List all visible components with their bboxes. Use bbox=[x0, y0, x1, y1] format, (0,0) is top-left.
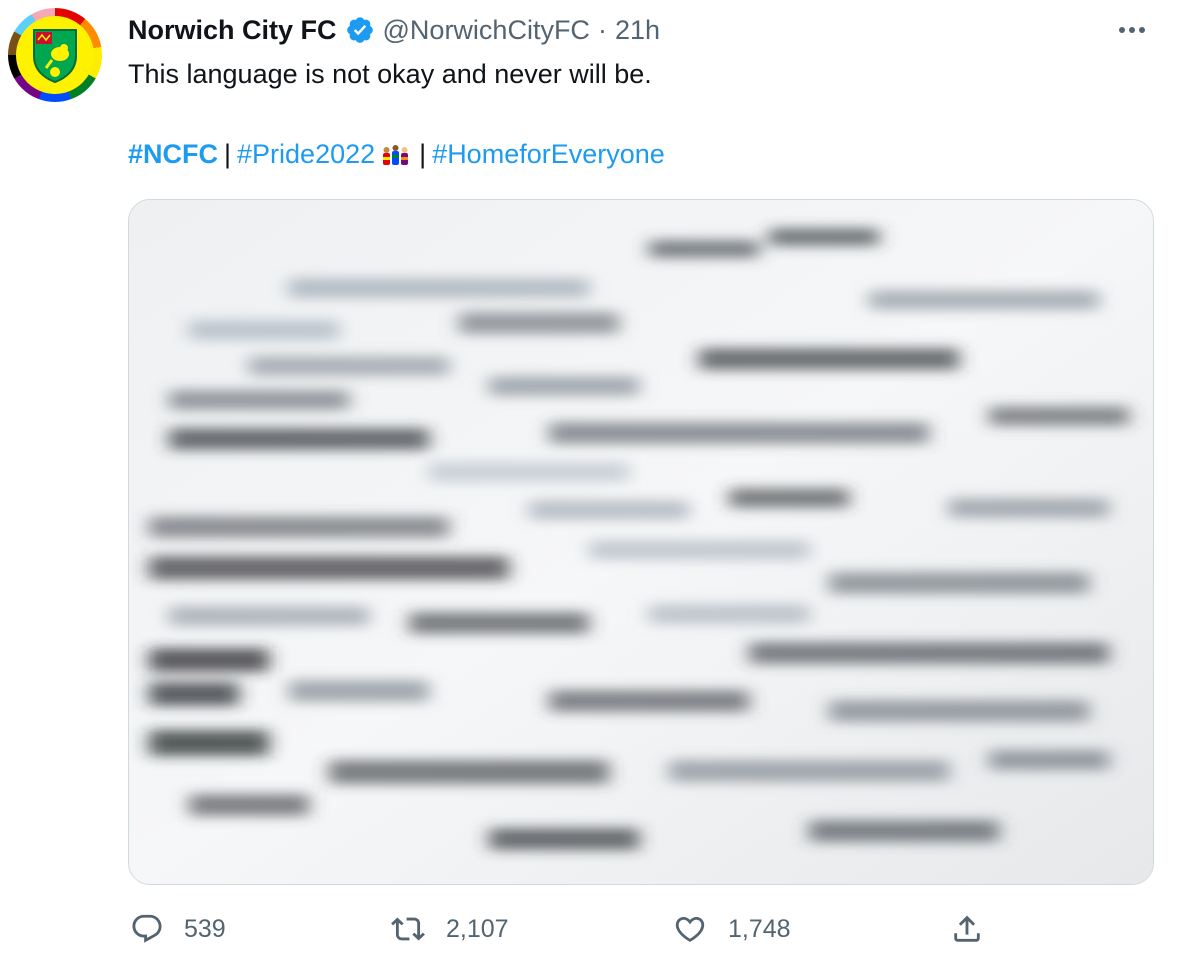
tweet-action-bar: 539 2,107 1,748 bbox=[128, 905, 1152, 953]
account-handle[interactable]: @NorwichCityFC bbox=[383, 15, 590, 46]
reply-icon bbox=[132, 914, 162, 943]
norwich-crest-logo bbox=[16, 16, 94, 94]
tweet-media-image[interactable] bbox=[128, 199, 1154, 885]
hashtag-link[interactable]: #NCFC bbox=[128, 139, 218, 170]
hashtag-link[interactable]: #Pride2022 bbox=[237, 139, 375, 170]
tweet-timestamp[interactable]: 21h bbox=[615, 15, 660, 46]
blurred-abuse-text-image bbox=[129, 200, 1153, 884]
retweet-count: 2,107 bbox=[446, 914, 509, 943]
share-icon bbox=[954, 915, 980, 942]
retweet-button[interactable]: 2,107 bbox=[390, 905, 509, 953]
share-button[interactable] bbox=[950, 905, 984, 953]
reply-button[interactable]: 539 bbox=[130, 905, 226, 953]
tweet-header: Norwich City FC @NorwichCityFC · 21h bbox=[128, 12, 660, 48]
hashtag-separator: | bbox=[224, 138, 232, 169]
pride-hashflag-icon bbox=[383, 145, 409, 165]
tweet-text: This language is not okay and never will… bbox=[128, 59, 652, 89]
more-button[interactable] bbox=[1112, 14, 1152, 46]
verified-badge-icon bbox=[346, 17, 373, 43]
reply-count: 539 bbox=[184, 914, 226, 943]
hashtags-row: #NCFC | #Pride2022 | #HomeforEveryone bbox=[128, 137, 665, 171]
retweet-icon bbox=[391, 917, 425, 941]
account-name[interactable]: Norwich City FC bbox=[128, 15, 337, 46]
hashtag-link[interactable]: #HomeforEveryone bbox=[432, 139, 665, 170]
like-count: 1,748 bbox=[728, 914, 791, 943]
avatar[interactable] bbox=[8, 8, 102, 102]
like-button[interactable]: 1,748 bbox=[672, 905, 791, 953]
hashtag-separator: | bbox=[419, 138, 427, 169]
meta-separator: · bbox=[597, 14, 607, 45]
heart-icon bbox=[675, 916, 705, 942]
more-horizontal-icon bbox=[1119, 27, 1145, 33]
